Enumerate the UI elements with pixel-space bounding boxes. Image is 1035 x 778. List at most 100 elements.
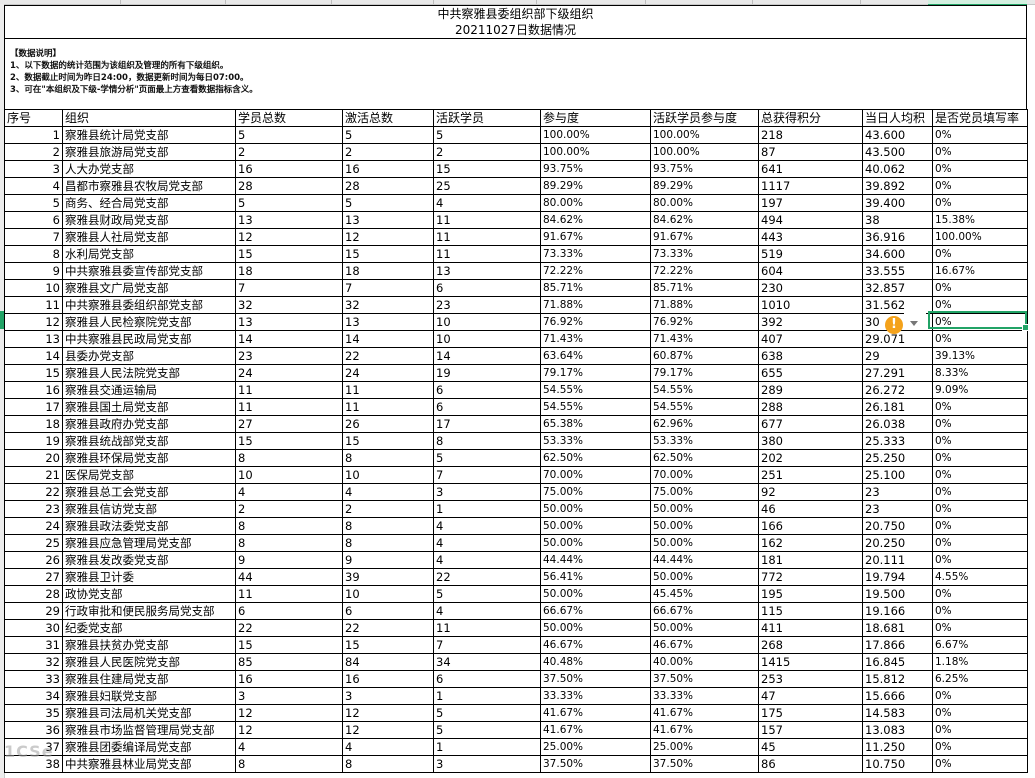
table-cell[interactable]: 24 <box>4 517 63 535</box>
table-cell[interactable]: 察雅县应急管理局党支部 <box>62 534 236 552</box>
table-cell[interactable]: 15.666 <box>862 687 933 705</box>
table-cell[interactable]: 13 <box>4 330 63 348</box>
table-cell[interactable]: 察雅县发改委党支部 <box>62 551 236 569</box>
table-cell[interactable]: 察雅县环保局党支部 <box>62 449 236 467</box>
table-cell[interactable]: 18 <box>4 415 63 433</box>
table-cell[interactable]: 2 <box>433 143 541 161</box>
table-cell[interactable]: 察雅县政府办党支部 <box>62 415 236 433</box>
table-cell[interactable]: 253 <box>758 670 863 688</box>
table-cell[interactable]: 察雅县总工会党支部 <box>62 483 236 501</box>
table-cell[interactable]: 93.75% <box>540 160 651 178</box>
table-cell[interactable]: 6 <box>433 398 541 416</box>
table-cell[interactable]: 46.67% <box>650 636 759 654</box>
table-cell[interactable]: 23 <box>433 296 541 314</box>
table-cell[interactable]: 14 <box>342 330 434 348</box>
table-cell[interactable]: 34.600 <box>862 245 933 263</box>
table-cell[interactable]: 7 <box>4 228 63 246</box>
table-cell[interactable]: 6 <box>433 670 541 688</box>
table-cell[interactable]: 4 <box>433 534 541 552</box>
table-cell[interactable]: 71.43% <box>650 330 759 348</box>
table-cell[interactable]: 1 <box>433 738 541 756</box>
table-cell[interactable]: 17 <box>433 415 541 433</box>
table-cell[interactable]: 5 <box>433 585 541 603</box>
table-cell[interactable]: 28 <box>4 585 63 603</box>
table-cell[interactable]: 93.75% <box>650 160 759 178</box>
table-cell[interactable]: 65.38% <box>540 415 651 433</box>
table-cell[interactable]: 5 <box>433 721 541 739</box>
table-cell[interactable]: 0% <box>932 330 1028 348</box>
table-cell[interactable]: 中共察雅县委组织部党支部 <box>62 296 236 314</box>
table-cell[interactable]: 14 <box>4 347 63 365</box>
table-cell[interactable]: 37.50% <box>540 670 651 688</box>
table-cell[interactable]: 9 <box>342 551 434 569</box>
table-cell[interactable]: 15.812 <box>862 670 933 688</box>
table-cell[interactable]: 638 <box>758 347 863 365</box>
table-cell[interactable]: 政协党支部 <box>62 585 236 603</box>
table-cell[interactable]: 19.500 <box>862 585 933 603</box>
table-cell[interactable]: 4 <box>433 551 541 569</box>
table-cell[interactable]: 32 <box>4 653 63 671</box>
column-header-cell[interactable]: 序号 <box>4 109 63 127</box>
table-cell[interactable]: 41.67% <box>540 704 651 722</box>
table-cell[interactable]: 4 <box>433 517 541 535</box>
table-cell[interactable]: 166 <box>758 517 863 535</box>
table-cell[interactable]: 11.250 <box>862 738 933 756</box>
table-cell[interactable]: 11 <box>433 245 541 263</box>
table-cell[interactable]: 3 <box>4 160 63 178</box>
table-cell[interactable]: 10 <box>433 313 541 331</box>
table-cell[interactable]: 26.038 <box>862 415 933 433</box>
table-cell[interactable]: 商务、经合局党支部 <box>62 194 236 212</box>
table-cell[interactable]: 288 <box>758 398 863 416</box>
table-cell[interactable]: 22 <box>235 619 343 637</box>
table-cell[interactable]: 1010 <box>758 296 863 314</box>
table-cell[interactable]: 25 <box>433 177 541 195</box>
table-cell[interactable]: 6.67% <box>932 636 1028 654</box>
column-separator[interactable] <box>433 0 434 4</box>
table-cell[interactable]: 1117 <box>758 177 863 195</box>
table-cell[interactable]: 13 <box>433 262 541 280</box>
table-cell[interactable]: 7 <box>235 279 343 297</box>
column-header-cell[interactable]: 活跃学员 <box>433 109 541 127</box>
table-cell[interactable]: 33 <box>4 670 63 688</box>
active-cell-selection[interactable] <box>928 311 1029 331</box>
table-cell[interactable]: 6 <box>342 602 434 620</box>
table-cell[interactable]: 54.55% <box>540 398 651 416</box>
table-cell[interactable]: 10.750 <box>862 755 933 773</box>
table-cell[interactable]: 60.87% <box>650 347 759 365</box>
table-cell[interactable]: 17.866 <box>862 636 933 654</box>
table-cell[interactable]: 29 <box>862 347 933 365</box>
table-cell[interactable]: 33.555 <box>862 262 933 280</box>
table-cell[interactable]: 43.500 <box>862 143 933 161</box>
table-cell[interactable]: 21 <box>4 466 63 484</box>
table-cell[interactable]: 4 <box>235 738 343 756</box>
table-cell[interactable]: 100.00% <box>650 126 759 144</box>
table-cell[interactable]: 9 <box>4 262 63 280</box>
table-cell[interactable]: 85 <box>235 653 343 671</box>
table-cell[interactable]: 16 <box>235 160 343 178</box>
table-cell[interactable]: 8 <box>433 432 541 450</box>
chevron-down-icon[interactable] <box>910 321 918 326</box>
table-cell[interactable]: 16.845 <box>862 653 933 671</box>
table-cell[interactable]: 54.55% <box>540 381 651 399</box>
table-cell[interactable]: 37.50% <box>650 670 759 688</box>
table-cell[interactable]: 1 <box>433 687 541 705</box>
table-cell[interactable]: 11 <box>235 381 343 399</box>
table-cell[interactable]: 45 <box>758 738 863 756</box>
table-cell[interactable]: 35 <box>4 704 63 722</box>
table-cell[interactable]: 4 <box>342 483 434 501</box>
table-cell[interactable]: 20.250 <box>862 534 933 552</box>
table-cell[interactable]: 9 <box>235 551 343 569</box>
table-cell[interactable]: 71.88% <box>540 296 651 314</box>
table-cell[interactable]: 察雅县住建局党支部 <box>62 670 236 688</box>
table-cell[interactable]: 62.50% <box>650 449 759 467</box>
table-cell[interactable]: 677 <box>758 415 863 433</box>
table-cell[interactable]: 1415 <box>758 653 863 671</box>
table-cell[interactable]: 45.45% <box>650 585 759 603</box>
table-cell[interactable]: 181 <box>758 551 863 569</box>
table-cell[interactable]: 水利局党支部 <box>62 245 236 263</box>
table-cell[interactable]: 4 <box>433 194 541 212</box>
table-cell[interactable]: 16 <box>235 670 343 688</box>
table-cell[interactable]: 22 <box>4 483 63 501</box>
table-cell[interactable]: 63.64% <box>540 347 651 365</box>
table-cell[interactable]: 39.13% <box>932 347 1028 365</box>
